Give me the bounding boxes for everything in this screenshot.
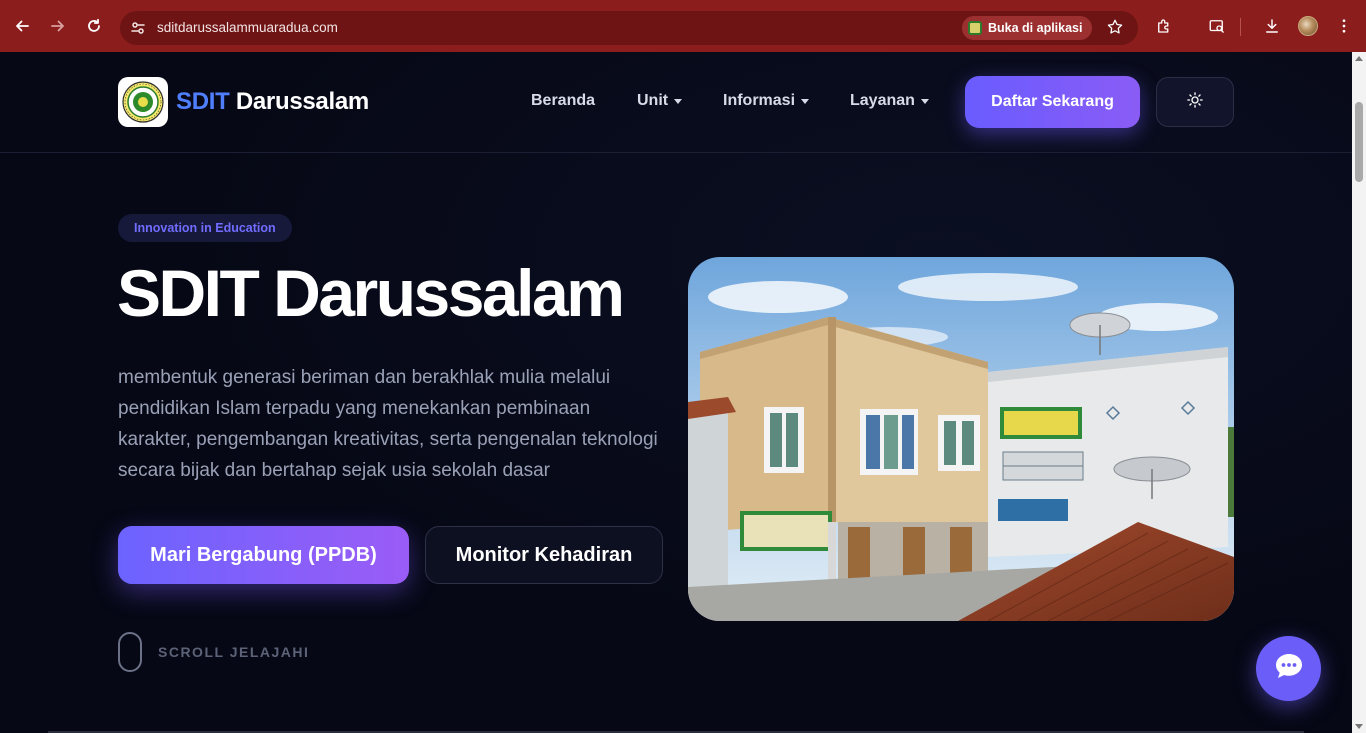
chat-bubble-icon [1274, 652, 1304, 685]
more-menu-icon[interactable] [1333, 15, 1355, 37]
app-logo-icon [968, 21, 982, 35]
hero-title: SDIT Darussalam [117, 256, 625, 330]
page-scrollbar[interactable] [1352, 52, 1366, 733]
address-bar[interactable]: sditdarussalammuaradua.com Buka di aplik… [120, 11, 1138, 45]
open-in-app-label: Buka di aplikasi [988, 21, 1083, 35]
page-viewport: SDIT Darussalam Beranda Unit Informasi L… [0, 52, 1352, 733]
nav-label: Unit [637, 92, 669, 109]
caret-down-icon [674, 99, 683, 104]
join-ppdb-button[interactable]: Mari Bergabung (PPDB) [118, 526, 409, 584]
nav-informasi[interactable]: Informasi [723, 92, 810, 110]
school-logo[interactable] [118, 77, 168, 127]
caret-down-icon [920, 99, 929, 104]
theme-toggle-button[interactable] [1156, 77, 1234, 127]
tab-search-icon[interactable] [1206, 15, 1228, 37]
back-icon[interactable] [10, 14, 34, 38]
extensions-icon[interactable] [1153, 15, 1175, 37]
hero-description: membentuk generasi beriman dan berakhlak… [118, 367, 658, 481]
brand-name: Darussalam [235, 88, 369, 115]
profile-avatar[interactable] [1298, 16, 1318, 36]
register-now-button[interactable]: Daftar Sekarang [965, 76, 1140, 128]
site-info-icon[interactable] [130, 20, 146, 41]
scroll-label: SCROLL JELAJAHI [158, 644, 310, 660]
mouse-scroll-icon [118, 632, 142, 672]
toolbar-divider [1240, 18, 1241, 36]
brand-sdit: SDIT [176, 88, 230, 115]
scroll-hint[interactable]: SCROLL JELAJAHI [118, 632, 309, 672]
download-icon[interactable] [1261, 15, 1283, 37]
nav-label: Layanan [850, 92, 915, 109]
nav-label: Informasi [723, 92, 796, 109]
scroll-up-icon[interactable] [1355, 56, 1363, 61]
caret-down-icon [801, 99, 810, 104]
site-brand[interactable]: SDIT Darussalam [176, 88, 369, 116]
open-in-app-button[interactable]: Buka di aplikasi [962, 16, 1093, 40]
nav-label: Beranda [531, 92, 596, 109]
scrollbar-thumb[interactable] [1355, 102, 1363, 182]
reload-icon[interactable] [82, 14, 106, 38]
forward-icon[interactable] [46, 14, 70, 38]
url-text[interactable]: sditdarussalammuaradua.com [157, 20, 338, 35]
bookmark-star-icon[interactable] [1106, 18, 1124, 41]
sun-icon [1186, 91, 1204, 114]
school-building-photo [688, 257, 1234, 621]
scroll-down-icon[interactable] [1355, 724, 1363, 729]
nav-layanan[interactable]: Layanan [850, 92, 929, 110]
hero-badge: Innovation in Education [118, 214, 292, 242]
nav-unit[interactable]: Unit [637, 92, 683, 110]
browser-toolbar: sditdarussalammuaradua.com Buka di aplik… [0, 0, 1366, 52]
site-header: SDIT Darussalam Beranda Unit Informasi L… [0, 52, 1352, 153]
chat-button[interactable] [1256, 636, 1321, 701]
nav-beranda[interactable]: Beranda [531, 92, 595, 110]
attendance-monitor-button[interactable]: Monitor Kehadiran [425, 526, 663, 584]
